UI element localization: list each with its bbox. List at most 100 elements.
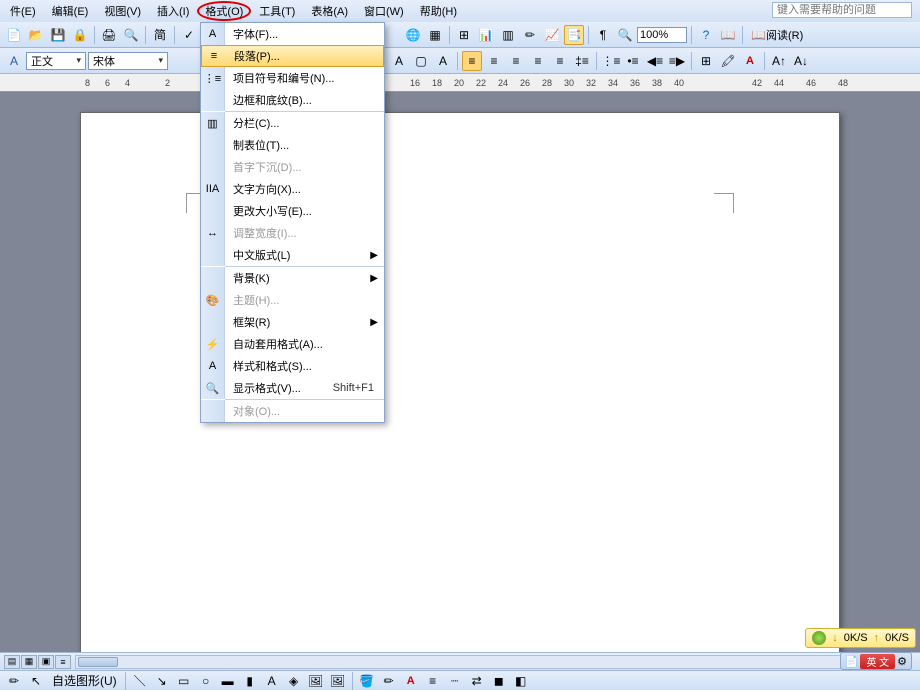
outline-view-icon[interactable]: ≡ bbox=[55, 655, 71, 669]
menu-tools[interactable]: 工具(T) bbox=[251, 1, 303, 21]
picture-icon[interactable]: 🖼 bbox=[328, 671, 348, 691]
scrollbar-thumb[interactable] bbox=[78, 657, 118, 667]
menu-view[interactable]: 视图(V) bbox=[96, 1, 149, 21]
bullets-icon[interactable]: •≡ bbox=[623, 51, 643, 71]
diagram-icon[interactable]: ◈ bbox=[284, 671, 304, 691]
excel-icon[interactable]: 📊 bbox=[476, 25, 496, 45]
open-icon[interactable]: 📂 bbox=[26, 25, 46, 45]
language-bar[interactable]: 📄 英 文 ⚙ bbox=[840, 652, 912, 670]
select-objects-icon[interactable]: ↖ bbox=[26, 671, 46, 691]
align-right-icon[interactable]: ≡ bbox=[506, 51, 526, 71]
font-color-icon[interactable]: A bbox=[740, 51, 760, 71]
grow-font-icon[interactable]: A↑ bbox=[769, 51, 789, 71]
zoom-input[interactable] bbox=[637, 27, 687, 43]
line-icon[interactable]: ＼ bbox=[130, 671, 150, 691]
justify-icon[interactable]: ≡ bbox=[528, 51, 548, 71]
char-shading-icon[interactable]: A bbox=[433, 51, 453, 71]
tables-borders-icon[interactable]: ▦ bbox=[425, 25, 445, 45]
columns-icon[interactable]: ▥ bbox=[498, 25, 518, 45]
menu-item-R[interactable]: 框架(R)▶ bbox=[201, 311, 384, 333]
menu-insert[interactable]: 插入(I) bbox=[149, 1, 197, 21]
draw-menu-icon[interactable]: ✏ bbox=[4, 671, 24, 691]
wordart-icon[interactable]: A bbox=[262, 671, 282, 691]
align-center-icon[interactable]: ≡ bbox=[484, 51, 504, 71]
show-marks-icon[interactable]: ¶ bbox=[593, 25, 613, 45]
permission-icon[interactable]: 🔒 bbox=[70, 25, 90, 45]
textbox-icon[interactable]: ▬ bbox=[218, 671, 238, 691]
web-view-icon[interactable]: ▦ bbox=[21, 655, 37, 669]
menu-help[interactable]: 帮助(H) bbox=[412, 1, 465, 21]
menu-item-P[interactable]: ≡段落(P)... bbox=[201, 45, 384, 67]
menu-item-V[interactable]: 🔍显示格式(V)...Shift+F1 bbox=[201, 377, 384, 399]
border-icon[interactable]: ▢ bbox=[411, 51, 431, 71]
chart-icon[interactable]: 📈 bbox=[542, 25, 562, 45]
menu-item-F[interactable]: A字体(F)... bbox=[201, 23, 384, 45]
menu-item-C[interactable]: ▥分栏(C)... bbox=[201, 112, 384, 134]
highlight-color-icon[interactable]: 🖍 bbox=[718, 51, 738, 71]
menu-item-L[interactable]: 中文版式(L)▶ bbox=[201, 244, 384, 266]
drawing-icon[interactable]: ✏ bbox=[520, 25, 540, 45]
menu-item-S[interactable]: A样式和格式(S)... bbox=[201, 355, 384, 377]
menu-item-E[interactable]: 更改大小写(E)... bbox=[201, 200, 384, 222]
print-view-icon[interactable]: ▣ bbox=[38, 655, 54, 669]
shrink-font-icon[interactable]: A↓ bbox=[791, 51, 811, 71]
chinese-simplified-icon[interactable]: 简 bbox=[150, 25, 170, 45]
menu-edit[interactable]: 编辑(E) bbox=[44, 1, 97, 21]
line-color-icon[interactable]: ✏ bbox=[379, 671, 399, 691]
save-icon[interactable]: 💾 bbox=[48, 25, 68, 45]
style-select[interactable]: 正文▾ bbox=[26, 52, 86, 70]
menu-item-X[interactable]: IIA文字方向(X)... bbox=[201, 178, 384, 200]
help-search-input[interactable] bbox=[772, 2, 912, 18]
line-style-icon[interactable]: ≡ bbox=[423, 671, 443, 691]
distributed-icon[interactable]: ≡ bbox=[550, 51, 570, 71]
menu-item-N[interactable]: ⋮≡项目符号和编号(N)... bbox=[201, 67, 384, 89]
dash-style-icon[interactable]: ┈ bbox=[445, 671, 465, 691]
autoshapes-button[interactable]: 自选图形(U) bbox=[48, 671, 121, 691]
menu-table[interactable]: 表格(A) bbox=[303, 1, 356, 21]
reading-layout-button[interactable]: 📖 阅读(R) bbox=[747, 25, 807, 45]
insert-table-icon[interactable]: ⊞ bbox=[454, 25, 474, 45]
ime-options-icon[interactable]: ⚙ bbox=[897, 655, 907, 668]
normal-view-icon[interactable]: ▤ bbox=[4, 655, 20, 669]
arrow-icon[interactable]: ↘ bbox=[152, 671, 172, 691]
document-page[interactable] bbox=[80, 112, 840, 662]
doc-map-icon[interactable]: 📑 bbox=[564, 25, 584, 45]
emphasis-icon[interactable]: A bbox=[389, 51, 409, 71]
spellcheck-icon[interactable]: ✓ bbox=[179, 25, 199, 45]
preview-icon[interactable]: 🔍 bbox=[121, 25, 141, 45]
numbering-icon[interactable]: ⋮≡ bbox=[601, 51, 621, 71]
horizontal-ruler[interactable]: 8 6 4 2 16 18 20 22 24 26 28 30 32 34 36… bbox=[0, 74, 920, 92]
clipart-icon[interactable]: 🖼 bbox=[306, 671, 326, 691]
oval-icon[interactable]: ○ bbox=[196, 671, 216, 691]
menu-window[interactable]: 窗口(W) bbox=[356, 1, 412, 21]
font-color-icon-2[interactable]: A bbox=[401, 671, 421, 691]
increase-indent-icon[interactable]: ≡▶ bbox=[667, 51, 687, 71]
fill-color-icon[interactable]: 🪣 bbox=[357, 671, 377, 691]
line-spacing-icon[interactable]: ‡≡ bbox=[572, 51, 592, 71]
font-select[interactable]: 宋体▾ bbox=[88, 52, 168, 70]
arrow-style-icon[interactable]: ⇄ bbox=[467, 671, 487, 691]
menu-item-A[interactable]: ⚡自动套用格式(A)... bbox=[201, 333, 384, 355]
menu-item-B[interactable]: 边框和底纹(B)... bbox=[201, 89, 384, 111]
hyperlink-icon[interactable]: 🌐 bbox=[403, 25, 423, 45]
new-icon[interactable]: 📄 bbox=[4, 25, 24, 45]
zoom-tool-icon[interactable]: 🔍 bbox=[615, 25, 635, 45]
rectangle-icon[interactable]: ▭ bbox=[174, 671, 194, 691]
decrease-indent-icon[interactable]: ◀≡ bbox=[645, 51, 665, 71]
ime-icon[interactable]: 📄 bbox=[845, 655, 859, 668]
vert-textbox-icon[interactable]: ▮ bbox=[240, 671, 260, 691]
styles-pane-icon[interactable]: A bbox=[4, 51, 24, 71]
help-icon[interactable]: ? bbox=[696, 25, 716, 45]
menu-item-K[interactable]: 背景(K)▶ bbox=[201, 267, 384, 289]
menu-file[interactable]: 件(E) bbox=[2, 1, 44, 21]
horizontal-scrollbar[interactable] bbox=[75, 655, 912, 669]
menu-format[interactable]: 格式(O) bbox=[197, 1, 251, 21]
outside-border-icon[interactable]: ⊞ bbox=[696, 51, 716, 71]
language-label[interactable]: 英 文 bbox=[860, 654, 895, 669]
align-left-icon[interactable]: ≡ bbox=[462, 51, 482, 71]
menu-item-T[interactable]: 制表位(T)... bbox=[201, 134, 384, 156]
print-icon[interactable]: 🖨 bbox=[99, 25, 119, 45]
3d-icon[interactable]: ◧ bbox=[511, 671, 531, 691]
shadow-icon[interactable]: ◼ bbox=[489, 671, 509, 691]
lookup-icon[interactable]: 📖 bbox=[718, 25, 738, 45]
